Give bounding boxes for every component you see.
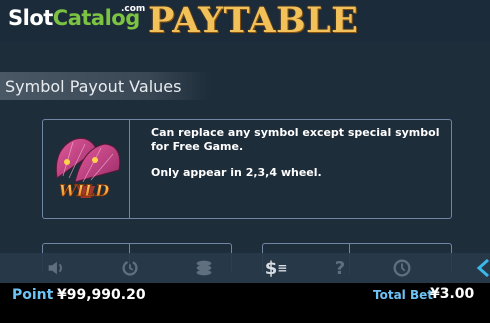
wild-label: WILD — [59, 181, 110, 200]
point-value: ¥99,990.20 — [57, 287, 146, 303]
watermark-com-text: .com — [121, 4, 146, 14]
history-button[interactable] — [388, 257, 416, 279]
total-bet-label: Total Bet — [373, 288, 433, 302]
wild-description-line2: Only appear in 2,3,4 wheel. — [151, 166, 322, 179]
autoplay-icon — [122, 260, 138, 276]
wild-symbol-box: WILD — [43, 120, 130, 218]
slotcatalog-watermark: SlotCatalog .com — [8, 4, 145, 40]
paytable-lines-icon: ≡ — [277, 261, 288, 275]
help-icon: ? — [334, 257, 346, 279]
paytable-button[interactable]: $ ≡ — [262, 257, 290, 279]
spin-button[interactable] — [476, 257, 490, 279]
section-title: Symbol Payout Values — [5, 77, 182, 96]
point-label: Point — [12, 287, 54, 303]
autoplay-button[interactable] — [116, 257, 144, 279]
status-bar: Point ¥99,990.20 Total Bet ¥3.00 — [0, 283, 490, 323]
wild-symbol-card: WILD Can replace any symbol except speci… — [42, 119, 452, 219]
spin-icon — [476, 258, 489, 278]
toolbar: $ ≡ ? — [0, 253, 490, 283]
history-icon — [393, 259, 411, 277]
wild-description-line1: Can replace any symbol except special sy… — [151, 126, 440, 153]
sound-icon — [48, 261, 62, 275]
help-button[interactable]: ? — [326, 257, 354, 279]
sound-button[interactable] — [42, 257, 70, 279]
top-header: SlotCatalog .com PAYTABLE — [0, 0, 490, 42]
total-bet-value: ¥3.00 — [430, 286, 475, 302]
page-title: PAYTABLE — [148, 0, 359, 41]
paytable-icon: $ — [264, 257, 278, 279]
section-header: Symbol Payout Values — [0, 72, 210, 100]
wild-description: Can replace any symbol except special sy… — [151, 126, 441, 180]
bet-coins-button[interactable] — [190, 257, 218, 279]
wild-fan-icon: WILD — [55, 137, 121, 200]
watermark-slot-text: Slot — [8, 6, 53, 30]
bet-coins-icon — [196, 260, 212, 276]
